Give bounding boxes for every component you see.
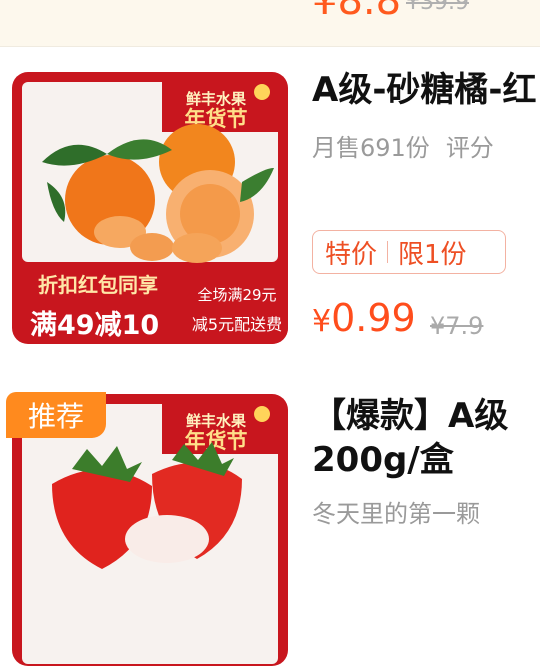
product-image-tangerine[interactable]: 鲜丰水果 年货节 折扣红包同享 满49减10 全场满29元 减5元配送费 [12,72,288,344]
promo-side2: 减5元配送费 [192,315,282,334]
special-tag: 特价 限1份 [312,230,506,274]
promo-line1: 折扣红包同享 [38,273,158,297]
promo-side1: 全场满29元 [197,286,276,304]
tag-limit: 限1份 [398,239,467,270]
tag-special: 特价 [325,239,378,270]
original-price: ¥7.9 [430,312,484,340]
product-stats: 月售691份 评分 [312,128,510,163]
product-price: ¥0.99 [312,296,416,340]
product-title-2-line2: 200g/盒 [312,440,454,480]
recommend-badge: 推荐 [6,392,106,438]
sales-count: 月售691份 [312,134,430,162]
product-title: A级-砂糖橘-红 [312,70,537,110]
product-card-tangerine[interactable]: 鲜丰水果 年货节 折扣红包同享 满49减10 全场满29元 减5元配送费 A级- [0,0,540,380]
product-description: 冬天里的第一颗 [312,500,480,528]
currency-symbol: ¥ [312,304,332,339]
product-title-2: 【爆款】A级 [312,396,509,436]
rating-label: 评分 [445,134,494,162]
product-card-strawberry[interactable]: 鲜丰水果 年货节 推荐 【爆款】A级 200g/盒 冬天里的第一颗 [0,380,540,666]
price-value: 0.99 [331,296,416,340]
banner-festival-2: 年货节 [185,429,248,453]
banner-brand-2: 鲜丰水果 [186,412,247,430]
tag-separator [387,241,389,263]
banner-brand: 鲜丰水果 [186,90,247,108]
promo-line2: 满49减10 [30,310,159,341]
